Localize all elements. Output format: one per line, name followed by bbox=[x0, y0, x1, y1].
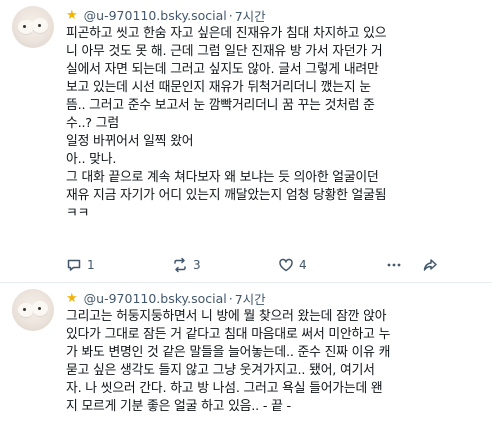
like-button[interactable]: 4 bbox=[278, 257, 307, 273]
post[interactable]: ★ @u-970110.bsky.social · 7시간 그리고는 허둥지둥하… bbox=[0, 283, 492, 438]
text-line: 있다가 그대로 잠든 거 같다고 침대 마음대로 써서 미안하고 누 bbox=[66, 327, 391, 342]
post-time[interactable]: 7시간 bbox=[235, 289, 266, 308]
reply-button[interactable]: 1 bbox=[66, 257, 95, 273]
text-line: 자. 나 씻으러 간다. 하고 방 나섬. 그러고 욕실 들어가는데 왠 bbox=[66, 381, 383, 396]
text-line: 그리고는 허둥지둥하면서 니 방에 뭘 찾으러 왔는데 잠깐 앉아 bbox=[66, 309, 387, 324]
star-icon: ★ bbox=[66, 290, 78, 306]
author-handle[interactable]: @u-970110.bsky.social bbox=[84, 291, 227, 306]
text-line: 피곤하고 씻고 한숨 자고 싶은데 진재유가 침대 차지하고 있으 bbox=[66, 26, 387, 41]
text-line: 가 봐도 변명인 것 같은 말들을 늘어놓는데.. 준수 진짜 이유 캐 bbox=[66, 345, 391, 360]
text-line: 아.. 맞나. bbox=[66, 152, 117, 167]
post-text: 그리고는 허둥지둥하면서 니 방에 뭘 찾으러 왔는데 잠깐 앉아 있다가 그대… bbox=[66, 308, 482, 416]
post-text: 피곤하고 씻고 한숨 자고 싶은데 진재유가 침대 차지하고 있으 니 아무 것… bbox=[66, 25, 482, 223]
text-line: 실에서 자면 되는데 그러고 싶지도 않아. 글서 그렇게 내려만 bbox=[66, 62, 379, 77]
post-time[interactable]: 7시간 bbox=[235, 6, 266, 25]
more-icon bbox=[387, 263, 401, 267]
avatar-eye bbox=[38, 307, 41, 310]
post-actions: 1 3 4 bbox=[66, 257, 446, 275]
author-handle[interactable]: @u-970110.bsky.social bbox=[84, 8, 227, 23]
heart-icon bbox=[279, 258, 293, 272]
avatar-eye bbox=[38, 24, 41, 27]
text-line: ㅋㅋ bbox=[66, 206, 90, 221]
repost-count: 3 bbox=[193, 258, 201, 272]
avatar[interactable] bbox=[12, 6, 54, 48]
repost-icon bbox=[174, 257, 186, 273]
text-line: 재유 지금 자기가 어디 있는지 깨달았는지 엄청 당황한 얼굴됨 bbox=[66, 188, 387, 203]
repost-button[interactable]: 3 bbox=[172, 257, 201, 273]
post[interactable]: ★ @u-970110.bsky.social · 7시간 피곤하고 씻고 한숨… bbox=[0, 0, 492, 282]
text-line: 지 모르게 기분 좋은 얼굴 하고 있음.. - 끝 - bbox=[66, 399, 291, 414]
text-line: 수..? 그럼 bbox=[66, 116, 119, 131]
post-header: ★ @u-970110.bsky.social · 7시간 bbox=[66, 6, 266, 24]
separator: · bbox=[228, 7, 233, 23]
avatar[interactable] bbox=[12, 289, 54, 331]
separator: · bbox=[228, 290, 233, 306]
share-icon bbox=[423, 259, 437, 271]
share-button[interactable] bbox=[422, 257, 438, 273]
text-line: 그 대화 끝으로 계속 쳐다보자 왜 보냐는 듯 의아한 얼굴이던 bbox=[66, 170, 379, 185]
like-count: 4 bbox=[299, 258, 307, 272]
text-line: 일정 바뀌어서 일찍 왔어 bbox=[66, 134, 194, 149]
reply-icon bbox=[67, 259, 81, 271]
text-line: 니 아무 것도 못 해. 근데 그럼 일단 진재유 방 가서 자던가 거 bbox=[66, 44, 383, 59]
star-icon: ★ bbox=[66, 7, 78, 23]
text-line: 묻고 싶은 생각도 들지 않고 그냥 웃겨가지고.. 됐어, 여기서 bbox=[66, 363, 375, 378]
post-header: ★ @u-970110.bsky.social · 7시간 bbox=[66, 289, 266, 307]
avatar-eye bbox=[23, 25, 26, 28]
text-line: 보고 있는데 시선 때문인지 재유가 뒤척거리더니 깼는지 눈 bbox=[66, 80, 371, 95]
reply-count: 1 bbox=[87, 258, 95, 272]
avatar-eye bbox=[23, 308, 26, 311]
text-line: 뜸.. 그러고 준수 보고서 눈 깜빡거리더니 꿈 꾸는 것처럼 준 bbox=[66, 98, 375, 113]
more-button[interactable] bbox=[386, 257, 402, 273]
